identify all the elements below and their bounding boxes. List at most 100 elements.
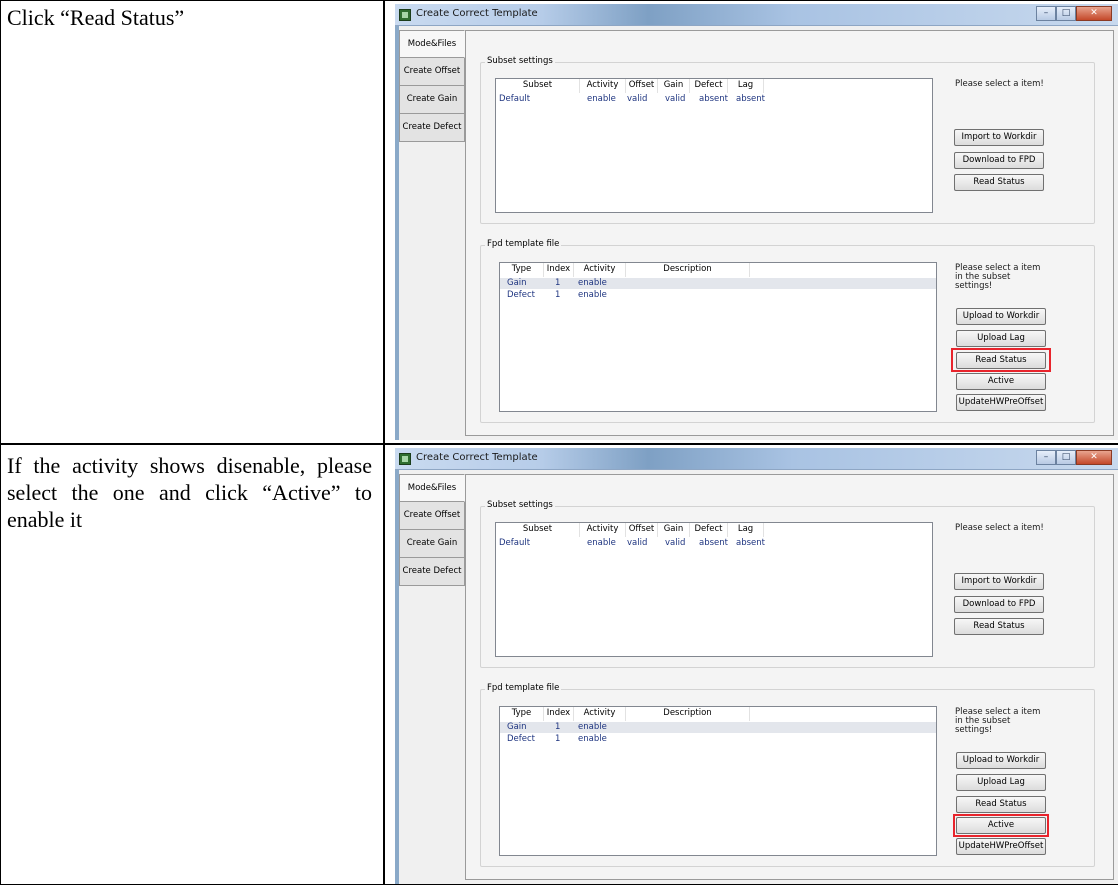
upload-lag-button[interactable]: Upload Lag: [956, 774, 1046, 791]
table-row[interactable]: Default enable valid valid absent absent: [496, 538, 932, 549]
window-controls: – □ ✕: [1036, 450, 1112, 466]
subset-settings-group: Subset settings Subset Activity Offset G…: [480, 56, 1095, 224]
download-to-fpd-button[interactable]: Download to FPD: [954, 152, 1044, 169]
maximize-button[interactable]: □: [1056, 450, 1076, 465]
fpd-template-list[interactable]: Type Index Activity Description Gain 1 e…: [499, 706, 937, 856]
upload-to-workdir-button[interactable]: Upload to Workdir: [956, 752, 1046, 769]
column-header[interactable]: Defect: [690, 79, 728, 93]
subset-settings-title: Subset settings: [485, 500, 555, 510]
window-title: Create Correct Template: [416, 8, 538, 19]
column-header[interactable]: Index: [544, 707, 574, 721]
fpd-template-list[interactable]: Type Index Activity Description Gain 1 e…: [499, 262, 937, 412]
download-to-fpd-button[interactable]: Download to FPD: [954, 596, 1044, 613]
table-cell: enable: [578, 278, 607, 288]
column-header[interactable]: Description: [626, 263, 750, 277]
column-header[interactable]: Defect: [690, 523, 728, 537]
column-header[interactable]: Activity: [580, 523, 626, 537]
fpd-read-status-button[interactable]: Read Status: [956, 796, 1046, 813]
subset-list[interactable]: Subset Activity Offset Gain Defect Lag D…: [495, 522, 933, 657]
table-cell: valid: [665, 94, 686, 104]
instruction-text-2: If the activity shows disenable, please …: [7, 453, 372, 532]
table-border-middle: [0, 443, 1118, 445]
column-header[interactable]: Description: [626, 707, 750, 721]
column-header[interactable]: Activity: [580, 79, 626, 93]
table-cell: enable: [578, 734, 607, 744]
title-bar: Create Correct Template – □ ✕: [395, 448, 1118, 470]
import-to-workdir-button[interactable]: Import to Workdir: [954, 573, 1044, 590]
table-border-left: [0, 0, 1, 885]
subset-settings-title: Subset settings: [485, 56, 555, 66]
column-header[interactable]: Type: [500, 263, 544, 277]
table-border-column: [383, 0, 385, 885]
minimize-button[interactable]: –: [1036, 450, 1056, 465]
active-highlight: [953, 814, 1049, 837]
table-cell: absent: [699, 94, 728, 104]
minimize-button[interactable]: –: [1036, 6, 1056, 21]
table-cell: Gain: [507, 722, 527, 732]
table-row[interactable]: Gain 1 enable: [500, 278, 936, 289]
table-row[interactable]: Defect 1 enable: [500, 734, 936, 745]
upload-to-workdir-button[interactable]: Upload to Workdir: [956, 308, 1046, 325]
update-hw-pre-offset-button[interactable]: UpdateHWPreOffset: [956, 838, 1046, 855]
side-tabs: Mode&Files Create Offset Create Gain Cre…: [399, 30, 465, 142]
window-title: Create Correct Template: [416, 452, 538, 463]
tab-create-offset[interactable]: Create Offset: [399, 58, 465, 86]
subset-read-status-button[interactable]: Read Status: [954, 618, 1044, 635]
column-header[interactable]: Offset: [626, 523, 658, 537]
column-header[interactable]: Lag: [728, 79, 764, 93]
side-tabs: Mode&Files Create Offset Create Gain Cre…: [399, 474, 465, 586]
import-to-workdir-button[interactable]: Import to Workdir: [954, 129, 1044, 146]
tab-create-defect[interactable]: Create Defect: [399, 558, 465, 586]
fpd-template-group: Fpd template file Type Index Activity De…: [480, 683, 1095, 867]
column-header[interactable]: Gain: [658, 523, 690, 537]
fpd-hint: Please select a item in the subset setti…: [955, 264, 1085, 291]
table-cell: valid: [665, 538, 686, 548]
table-row[interactable]: Gain 1 enable: [500, 722, 936, 733]
update-hw-pre-offset-button[interactable]: UpdateHWPreOffset: [956, 394, 1046, 411]
table-border-top: [0, 0, 1118, 1]
tab-create-defect[interactable]: Create Defect: [399, 114, 465, 142]
table-cell: 1: [555, 278, 561, 288]
column-header[interactable]: Index: [544, 263, 574, 277]
column-header[interactable]: Activity: [574, 263, 626, 277]
window-controls: – □ ✕: [1036, 6, 1112, 22]
table-cell: 1: [555, 734, 561, 744]
subset-list[interactable]: Subset Activity Offset Gain Defect Lag D…: [495, 78, 933, 213]
subset-settings-group: Subset settings Subset Activity Offset G…: [480, 500, 1095, 668]
close-button[interactable]: ✕: [1076, 450, 1112, 465]
maximize-button[interactable]: □: [1056, 6, 1076, 21]
column-header[interactable]: Activity: [574, 707, 626, 721]
subset-hint: Please select a item!: [955, 79, 1044, 89]
tab-create-gain[interactable]: Create Gain: [399, 530, 465, 558]
table-cell: absent: [699, 538, 728, 548]
column-header[interactable]: Subset: [496, 523, 580, 537]
app-icon: [399, 453, 411, 465]
table-row[interactable]: Defect 1 enable: [500, 290, 936, 301]
fpd-hint-line: settings!: [955, 281, 993, 291]
tab-mode-files[interactable]: Mode&Files: [399, 474, 465, 502]
column-header[interactable]: Offset: [626, 79, 658, 93]
tab-content: Subset settings Subset Activity Offset G…: [465, 474, 1114, 880]
upload-lag-button[interactable]: Upload Lag: [956, 330, 1046, 347]
tab-mode-files[interactable]: Mode&Files: [399, 30, 465, 58]
table-cell: valid: [627, 538, 648, 548]
table-row[interactable]: Default enable valid valid absent absent: [496, 94, 932, 105]
tab-content: Subset settings Subset Activity Offset G…: [465, 30, 1114, 436]
fpd-template-group: Fpd template file Type Index Activity De…: [480, 239, 1095, 423]
column-header[interactable]: Gain: [658, 79, 690, 93]
table-cell: enable: [587, 538, 616, 548]
column-header[interactable]: Type: [500, 707, 544, 721]
table-cell: Defect: [507, 290, 536, 300]
column-header[interactable]: Lag: [728, 523, 764, 537]
subset-read-status-button[interactable]: Read Status: [954, 174, 1044, 191]
tab-create-offset[interactable]: Create Offset: [399, 502, 465, 530]
instruction-text-1: Click “Read Status”: [7, 5, 185, 30]
fpd-template-title: Fpd template file: [485, 683, 562, 693]
tab-create-gain[interactable]: Create Gain: [399, 86, 465, 114]
table-cell: Default: [499, 538, 531, 548]
table-cell: 1: [555, 290, 561, 300]
screenshot-read-status: Create Correct Template – □ ✕ Mode&Files…: [395, 4, 1118, 440]
column-header[interactable]: Subset: [496, 79, 580, 93]
close-button[interactable]: ✕: [1076, 6, 1112, 21]
active-button[interactable]: Active: [956, 373, 1046, 390]
